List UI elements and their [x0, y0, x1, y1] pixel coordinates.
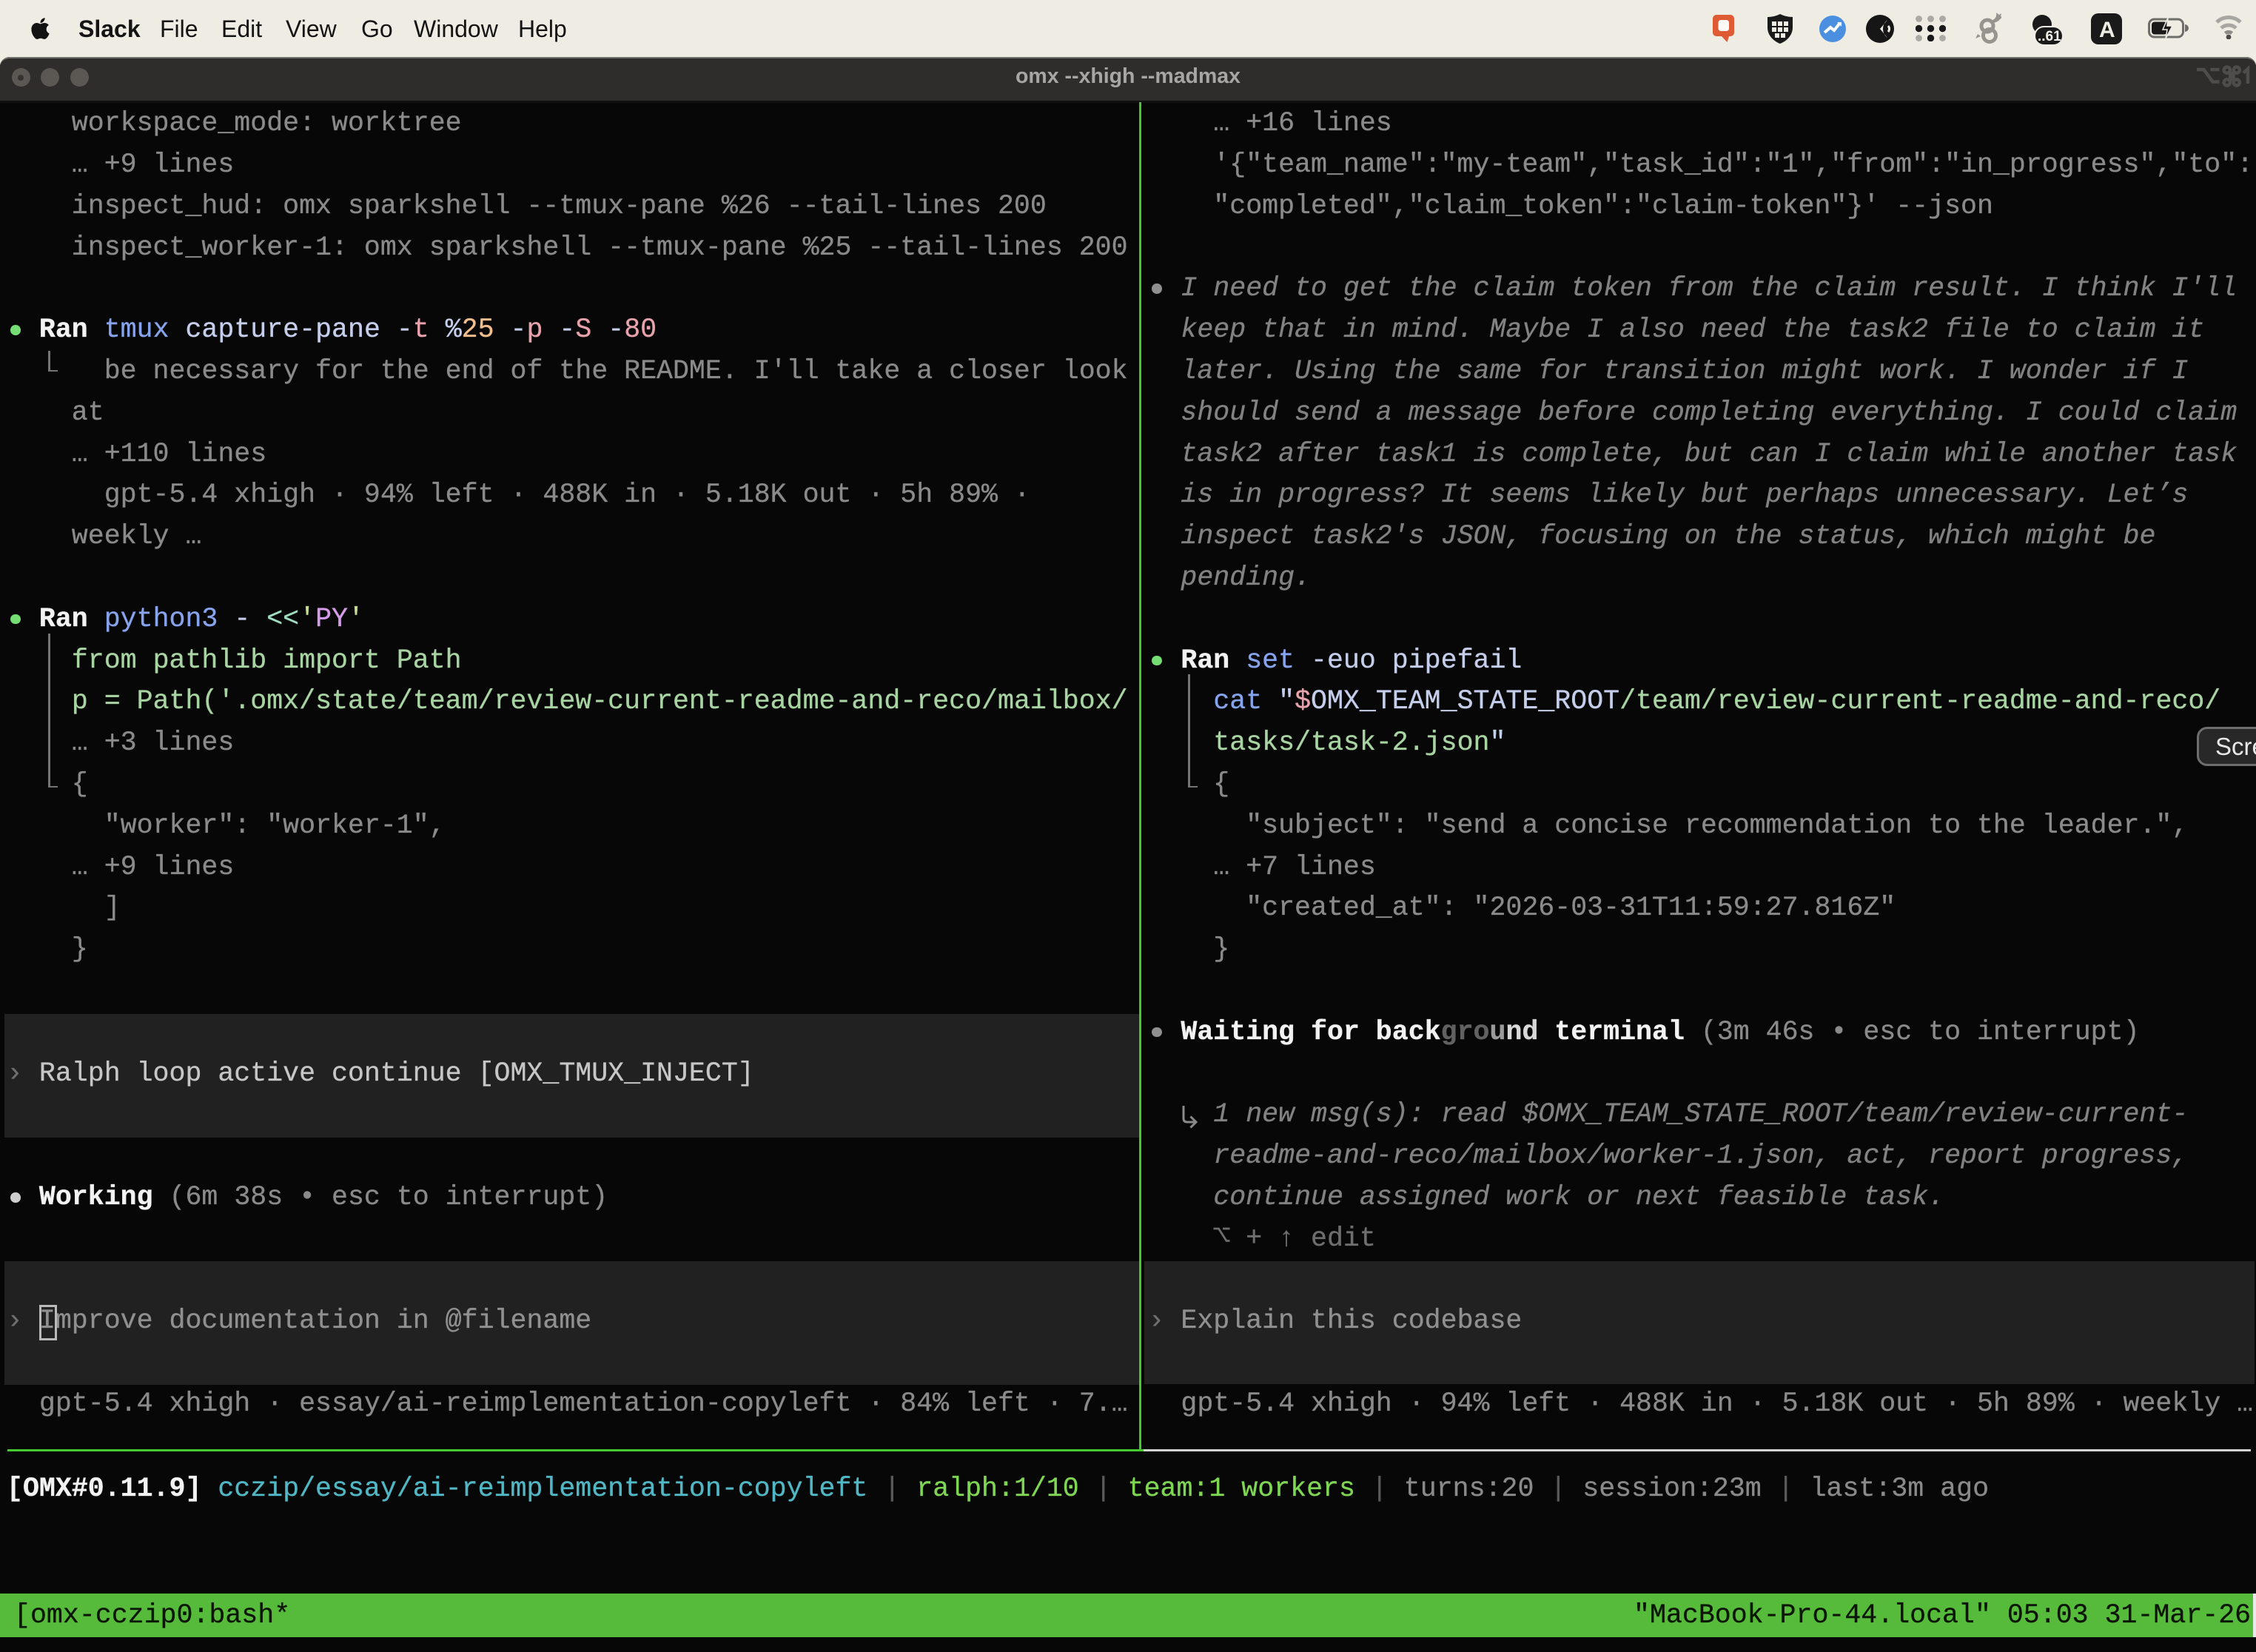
svg-text:A: A — [2099, 18, 2115, 42]
svg-text:..61: ..61 — [2038, 29, 2061, 44]
